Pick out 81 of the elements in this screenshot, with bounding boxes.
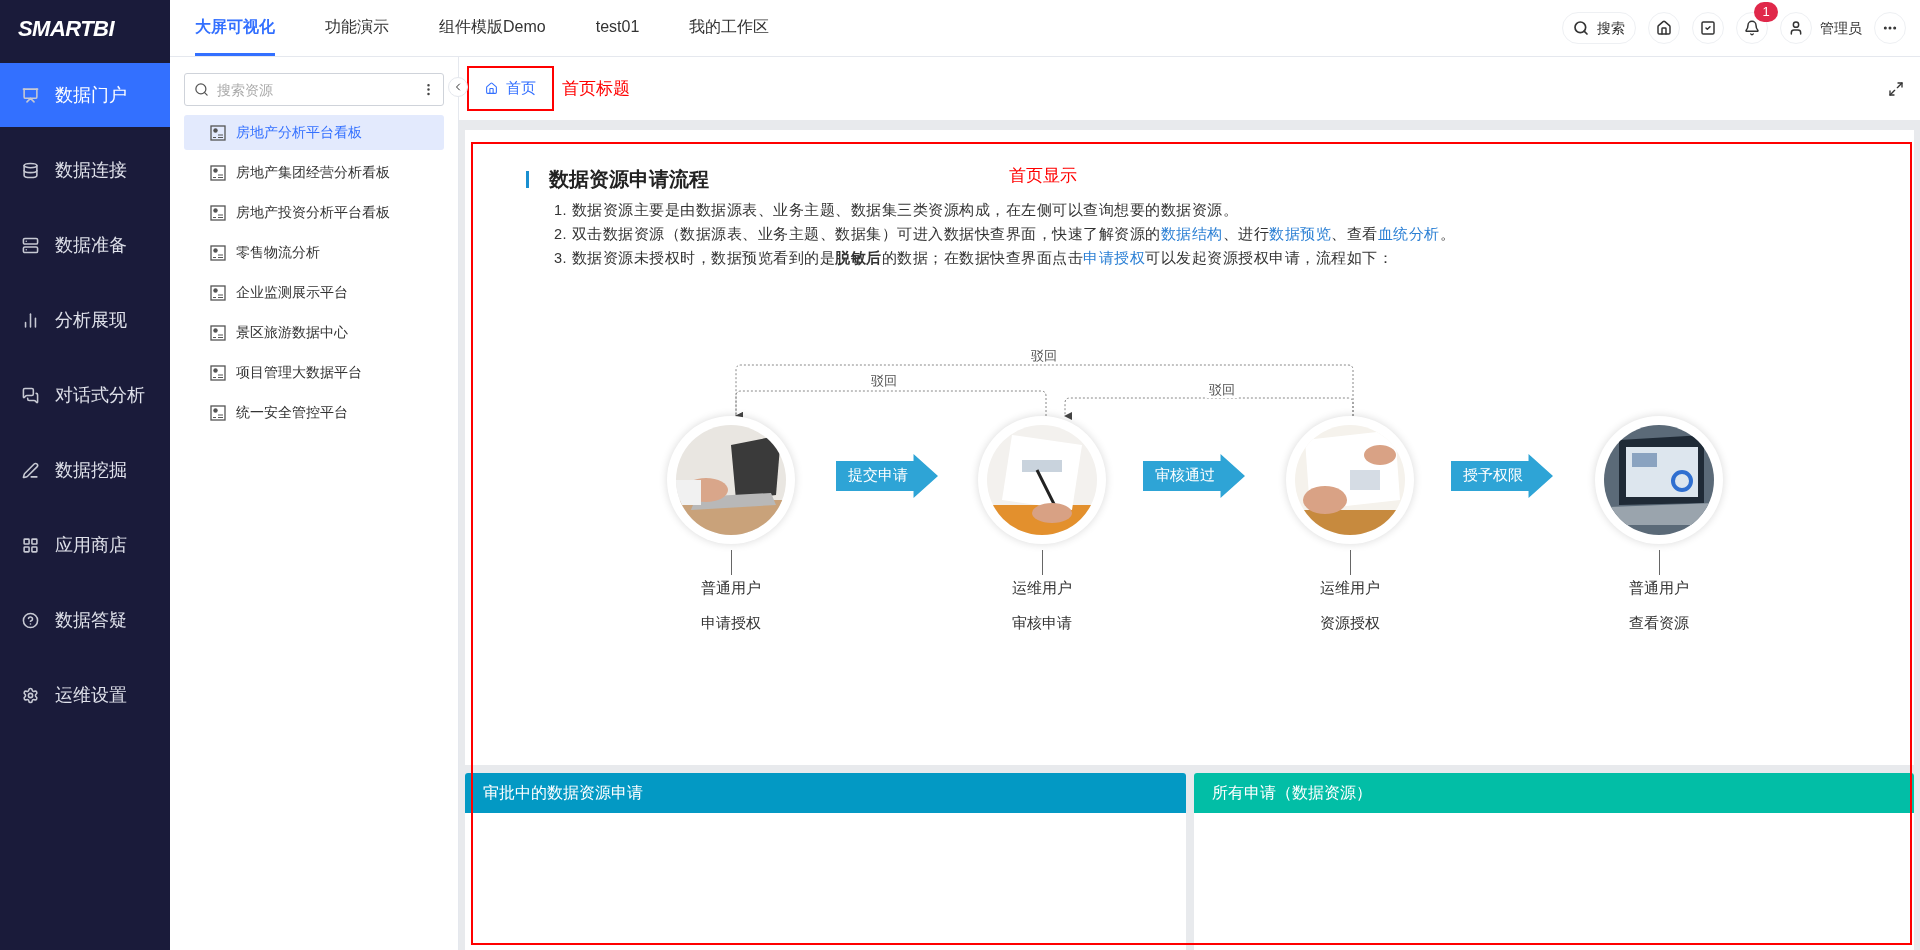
user-name: 管理员 xyxy=(1820,18,1862,38)
nav-item[interactable]: 数据门户 xyxy=(0,63,170,127)
dashboard-icon xyxy=(210,244,226,261)
chat-icon xyxy=(22,386,39,404)
dashboard-icon xyxy=(210,124,226,141)
help-icon xyxy=(22,611,39,629)
checkbox-icon xyxy=(1700,20,1716,36)
top-tab[interactable]: 大屏可视化 xyxy=(195,0,275,56)
home-icon xyxy=(485,82,498,95)
step-action: 申请授权 xyxy=(701,614,761,633)
step-role: 普通用户 xyxy=(1629,579,1689,598)
resource-item[interactable]: 房地产投资分析平台看板 xyxy=(184,195,444,230)
resource-item[interactable]: 统一安全管控平台 xyxy=(184,395,444,430)
dashboard-icon xyxy=(210,164,226,181)
leader-line xyxy=(1042,550,1043,575)
search-icon xyxy=(194,82,209,97)
instruction-line: 2. 双击数据资源（数据源表、业务主题、数据集）可进入数据快查界面，快速了解资源的数据结构、进行数据预览、查看血统分析。 xyxy=(554,225,1457,244)
bell-icon xyxy=(1744,20,1760,36)
top-tab[interactable]: test01 xyxy=(595,0,640,56)
panel-header: 审批中的数据资源申请 xyxy=(465,773,1186,813)
pen-icon xyxy=(22,461,39,479)
text-link[interactable]: 申请授权 xyxy=(1083,250,1146,266)
user-icon xyxy=(1788,20,1804,36)
nav-item[interactable]: 对话式分析 xyxy=(0,363,170,427)
dashboard-icon xyxy=(210,364,226,381)
database-icon xyxy=(22,161,39,179)
dashboard-icon xyxy=(210,284,226,301)
dashboard-icon xyxy=(210,324,226,341)
leader-line xyxy=(1659,550,1660,575)
home-tab[interactable]: 首页 xyxy=(485,77,536,100)
presentation-icon xyxy=(22,86,39,104)
nav-item[interactable]: 分析展现 xyxy=(0,288,170,352)
server-icon xyxy=(22,236,39,254)
text-link[interactable]: 数据结构 xyxy=(1160,226,1223,242)
grid-icon xyxy=(22,536,39,554)
reject-label: 驳回 xyxy=(1029,348,1059,364)
resource-item[interactable]: 房地产分析平台看板 xyxy=(184,115,444,150)
title-bar-marker xyxy=(526,170,529,188)
top-tab[interactable]: 功能演示 xyxy=(325,0,389,56)
settings-icon xyxy=(22,686,39,704)
text-link[interactable]: 数据预览 xyxy=(1269,226,1332,242)
search-field[interactable]: 搜索资源 xyxy=(184,73,444,106)
step-action: 查看资源 xyxy=(1629,614,1689,633)
expand-icon[interactable] xyxy=(1888,80,1904,97)
instruction-line: 1. 数据资源主要是由数据源表、业务主题、数据集三类资源构成，在左侧可以查询想要的数据资源。 xyxy=(554,201,1240,220)
annotation-label: 首页标题 xyxy=(562,77,630,100)
nav-item[interactable]: 数据准备 xyxy=(0,213,170,277)
nav-item[interactable]: 数据答疑 xyxy=(0,588,170,652)
step-role: 运维用户 xyxy=(1012,579,1072,598)
step-role: 普通用户 xyxy=(701,579,761,598)
search-icon xyxy=(1573,20,1589,36)
annotation-label: 首页显示 xyxy=(1009,165,1077,187)
nav-item[interactable]: 应用商店 xyxy=(0,513,170,577)
top-tab[interactable]: 组件模版Demo xyxy=(439,0,546,56)
resource-item[interactable]: 房地产集团经营分析看板 xyxy=(184,155,444,190)
section-title: 数据资源申请流程 xyxy=(549,167,709,192)
reject-label: 驳回 xyxy=(1207,382,1237,398)
bar-chart-icon xyxy=(22,311,39,329)
step-action: 审核申请 xyxy=(1012,614,1072,633)
resource-item[interactable]: 企业监测展示平台 xyxy=(184,275,444,310)
home-icon xyxy=(1656,20,1672,36)
resource-item[interactable]: 景区旅游数据中心 xyxy=(184,315,444,350)
step-action: 资源授权 xyxy=(1320,614,1380,633)
leader-line xyxy=(1350,550,1351,575)
resource-item[interactable]: 零售物流分析 xyxy=(184,235,444,270)
nav-item[interactable]: 数据挖掘 xyxy=(0,438,170,502)
nav-item[interactable]: 数据连接 xyxy=(0,138,170,202)
step-role: 运维用户 xyxy=(1320,579,1380,598)
instruction-line: 3. 数据资源未授权时，数据预览看到的是脱敏后的数据；在数据快查界面点击申请授权可以发起资源授权申请，流程如下： xyxy=(554,249,1395,268)
leader-line xyxy=(731,550,732,575)
panel-header: 所有申请（数据资源） xyxy=(1193,773,1914,813)
top-tab[interactable]: 我的工作区 xyxy=(689,0,770,56)
logo: SMARTBI xyxy=(18,15,114,43)
text-link[interactable]: 血统分析 xyxy=(1377,226,1440,242)
notification-badge: 1 xyxy=(1754,2,1778,22)
dashboard-icon xyxy=(210,204,226,221)
resource-item[interactable]: 项目管理大数据平台 xyxy=(184,355,444,390)
nav-item[interactable]: 运维设置 xyxy=(0,663,170,727)
collapse-button[interactable] xyxy=(448,77,468,97)
dashboard-icon xyxy=(210,404,226,421)
reject-label: 驳回 xyxy=(869,373,899,389)
